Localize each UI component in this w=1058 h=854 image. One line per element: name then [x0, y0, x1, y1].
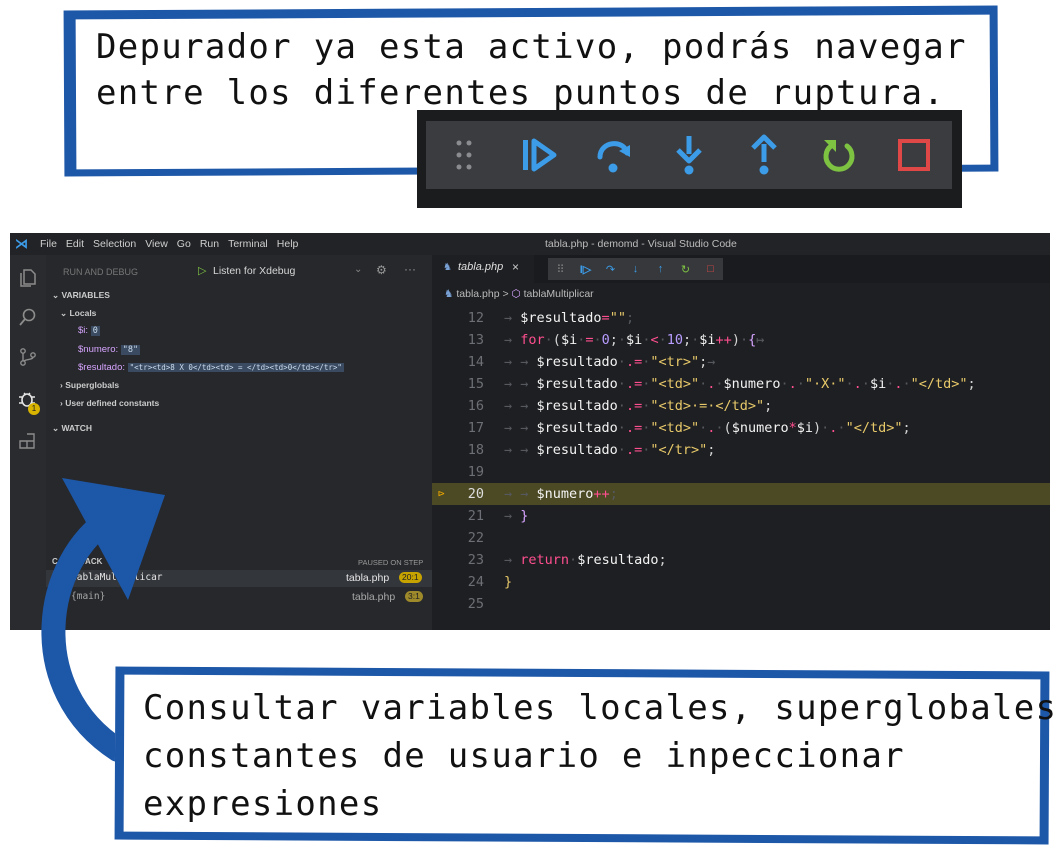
bottom-caption-line-2: constantes de usuario e inpeccionar: [143, 736, 905, 776]
bottom-caption-line-3: expresiones: [143, 784, 383, 824]
bottom-caption-line-1: Consultar variables locales, superglobal…: [143, 688, 1058, 728]
bottom-caption: Consultar variables locales, superglobal…: [143, 684, 1058, 828]
